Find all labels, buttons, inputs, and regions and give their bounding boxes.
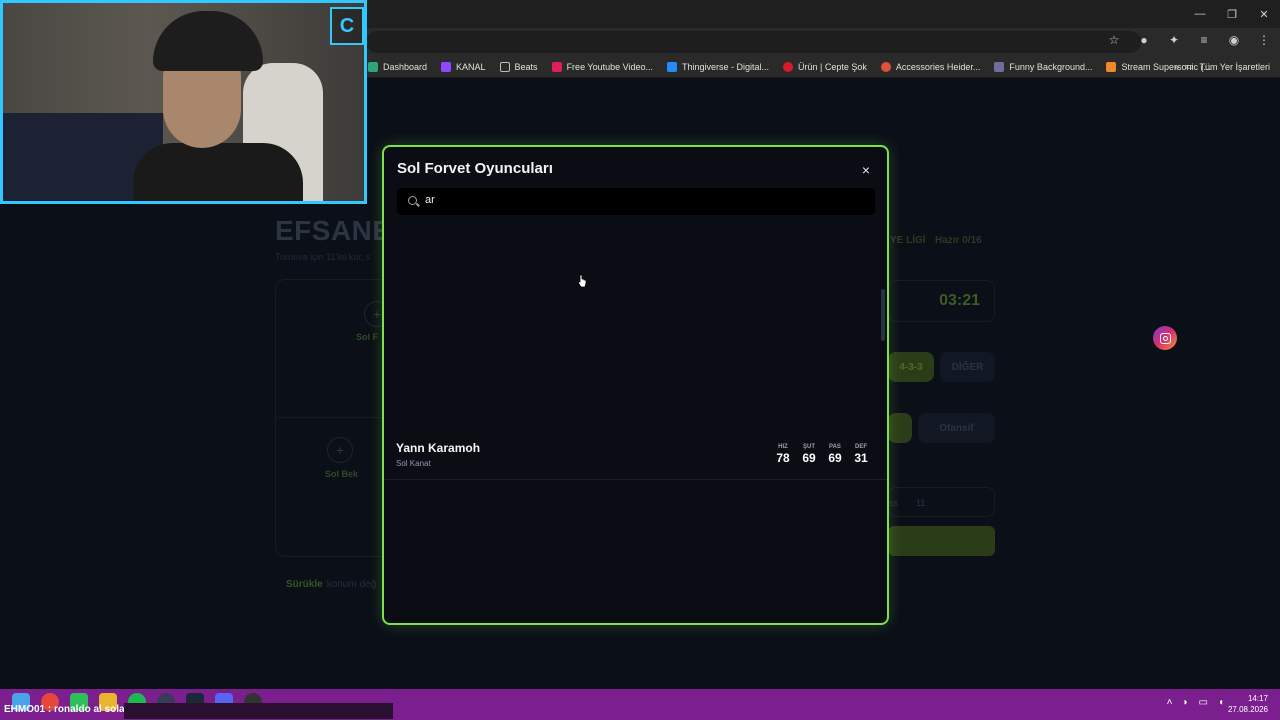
bookmark-favicon bbox=[783, 61, 793, 72]
webcam-person-body bbox=[133, 143, 303, 201]
chevron-up-icon[interactable]: ˄ bbox=[1167, 697, 1173, 708]
list-item[interactable]: Yann Karamoh Sol Kanat HIZ 78 ŞUT 69 PAS 69… bbox=[384, 432, 887, 480]
toolbar-icons: ☆ ● ✦ ≡ ◉ ⋮ bbox=[1106, 32, 1272, 48]
bookmark-favicon bbox=[368, 61, 378, 72]
league-label: YE LİGİ bbox=[890, 235, 926, 246]
player-position: Sol Kanat bbox=[396, 459, 431, 468]
search-box[interactable] bbox=[397, 188, 875, 215]
taskbar-search-area[interactable] bbox=[124, 703, 393, 719]
stat-defense: DEF 31 bbox=[854, 444, 868, 465]
bookmark-item[interactable]: Ürün | Cepte Şok bbox=[783, 61, 867, 72]
window-controls: — ❐ ✕ bbox=[1184, 0, 1280, 28]
page-subtitle: Turnuva için 11'ini kur, s bbox=[275, 252, 371, 262]
modal-title: Sol Forvet Oyuncuları bbox=[397, 160, 553, 177]
bookmark-item[interactable]: Accessories Heider... bbox=[880, 61, 980, 72]
bookmark-favicon bbox=[1106, 61, 1117, 72]
stat-strip: ss 11 bbox=[888, 487, 995, 517]
stat-passing: PAS 69 bbox=[828, 444, 842, 465]
close-icon[interactable]: × bbox=[862, 162, 870, 178]
bookmark-item[interactable]: Thingiverse - Digital... bbox=[666, 61, 769, 72]
menu-icon[interactable]: ⋮ bbox=[1256, 32, 1272, 48]
minimize-icon[interactable]: — bbox=[1184, 0, 1216, 28]
bookmark-item[interactable]: KANAL bbox=[441, 61, 486, 72]
close-window-icon[interactable]: ✕ bbox=[1248, 0, 1280, 28]
webcam-overlay: C bbox=[0, 0, 367, 204]
other-button[interactable]: DİĞER bbox=[940, 352, 995, 382]
bookmark-item[interactable]: Funny Background... bbox=[994, 61, 1092, 72]
address-bar[interactable] bbox=[366, 31, 1141, 53]
player-stats: HIZ 78 ŞUT 69 PAS 69 DEF 31 bbox=[775, 444, 869, 465]
instagram-icon[interactable] bbox=[1153, 326, 1177, 350]
bookmark-favicon bbox=[666, 61, 677, 72]
profile-avatar[interactable]: ◉ bbox=[1226, 32, 1242, 48]
folder-icon bbox=[499, 61, 510, 72]
formation-button[interactable]: 4-3-3 bbox=[888, 352, 934, 382]
slot-label: Sol F bbox=[356, 332, 378, 342]
microphone-icon[interactable]: ◗ bbox=[1182, 697, 1188, 708]
bookmarks-more-icon[interactable]: » bbox=[1174, 62, 1179, 72]
bookmark-favicon bbox=[994, 61, 1005, 72]
drag-hint: Sürükle konum değ bbox=[286, 579, 377, 590]
bookmark-item[interactable]: Beats bbox=[499, 61, 538, 72]
network-icon[interactable]: ▭ bbox=[1199, 697, 1208, 708]
folder-icon: ▭ bbox=[1184, 61, 1194, 71]
search-icon bbox=[408, 196, 417, 205]
stat-speed: HIZ 78 bbox=[776, 444, 790, 465]
add-slot-button[interactable]: + bbox=[327, 437, 353, 463]
restore-icon[interactable]: ❐ bbox=[1216, 0, 1248, 28]
bookmark-star-icon[interactable]: ☆ bbox=[1106, 32, 1122, 48]
clock[interactable]: 14:17 27.08.2026 bbox=[1228, 693, 1268, 715]
panel-divider bbox=[275, 417, 395, 418]
volume-icon[interactable]: ◖ bbox=[1218, 697, 1224, 708]
player-picker-modal: Sol Forvet Oyuncuları × Yann Karamoh Sol… bbox=[382, 145, 889, 625]
bookmark-favicon bbox=[880, 61, 891, 72]
bookmark-favicon bbox=[551, 61, 562, 72]
puzzle-icon[interactable]: ✦ bbox=[1166, 32, 1182, 48]
offensive-button[interactable]: Ofansif bbox=[918, 413, 995, 443]
extension-icon[interactable]: ● bbox=[1136, 32, 1152, 48]
all-bookmarks-link[interactable]: Tüm Yer İşaretleri bbox=[1199, 62, 1270, 72]
channel-logo: C bbox=[330, 7, 364, 45]
bookmark-item[interactable]: Dashboard bbox=[368, 61, 427, 72]
system-tray: ˄ ◗ ▭ ◖ bbox=[1167, 697, 1224, 708]
bookmarks-overflow: » ▭ Tüm Yer İşaretleri bbox=[1174, 61, 1270, 72]
media-icon[interactable]: ≡ bbox=[1196, 32, 1212, 48]
bookmark-item[interactable]: Free Youtube Video... bbox=[551, 61, 653, 72]
search-input[interactable] bbox=[425, 194, 845, 206]
player-name: Yann Karamoh bbox=[396, 441, 481, 455]
page-title: EFSANE bbox=[275, 215, 392, 246]
hand-cursor-icon bbox=[577, 274, 587, 288]
ready-count: Hazır 0/16 bbox=[935, 235, 982, 246]
slot-label: Sol Bek bbox=[325, 469, 359, 479]
chat-overlay: EHMO01 : ronaldo al sola bbox=[4, 704, 125, 715]
timer: 03:21 bbox=[888, 280, 995, 322]
style-button[interactable] bbox=[888, 413, 912, 443]
scrollbar[interactable] bbox=[881, 289, 885, 341]
action-bar[interactable] bbox=[888, 526, 995, 556]
bookmark-favicon bbox=[441, 61, 452, 72]
stat-shooting: ŞUT 69 bbox=[802, 444, 816, 465]
